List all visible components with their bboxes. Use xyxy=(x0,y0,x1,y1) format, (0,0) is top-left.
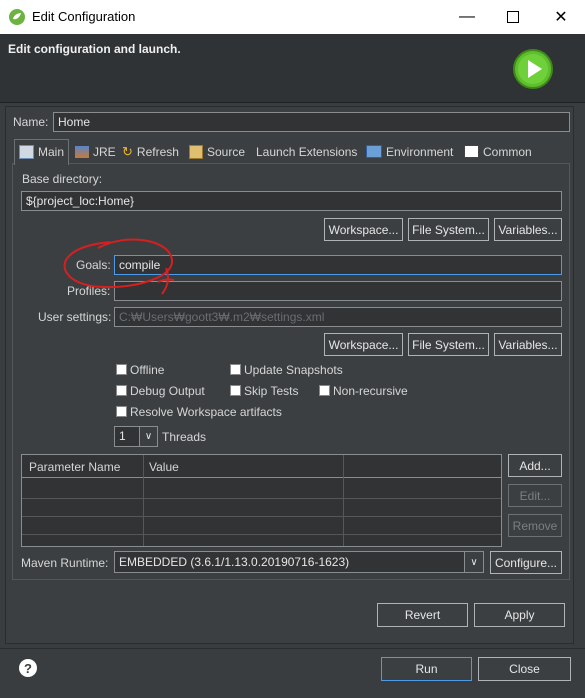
header-title: Edit configuration and launch. xyxy=(8,42,181,56)
close-window-button[interactable]: ✕ xyxy=(538,0,584,34)
tab-launch-extensions[interactable]: Launch Extensions xyxy=(256,143,357,160)
maven-runtime-dropdown-icon[interactable]: ∨ xyxy=(464,552,483,572)
tab-environment[interactable]: Environment xyxy=(366,143,453,160)
skip-tests-label: Skip Tests xyxy=(244,384,299,398)
resolve-workspace-checkbox[interactable] xyxy=(116,406,127,417)
maximize-icon xyxy=(507,11,519,23)
debug-output-label: Debug Output xyxy=(130,384,205,398)
threads-dropdown-icon[interactable]: ∨ xyxy=(139,427,157,446)
tab-main-content: Main xyxy=(19,143,64,160)
configure-button[interactable]: Configure... xyxy=(490,551,562,574)
help-icon-glyph: ? xyxy=(24,660,32,676)
base-directory-label: Base directory: xyxy=(22,172,103,186)
skip-tests-checkbox[interactable] xyxy=(230,385,241,396)
tab-jre-label: JRE xyxy=(93,144,116,159)
tab-jre[interactable]: JRE xyxy=(75,143,116,160)
non-recursive-label: Non-recursive xyxy=(333,384,408,398)
offline-label: Offline xyxy=(130,363,165,377)
debug-output-checkbox[interactable] xyxy=(116,385,127,396)
maximize-button[interactable] xyxy=(490,0,536,34)
user-settings-label: User settings: xyxy=(38,310,112,324)
offline-checkbox[interactable] xyxy=(116,364,127,375)
tab-main-label: Main xyxy=(38,144,65,159)
threads-value: 1 xyxy=(119,429,126,443)
base-directory-field[interactable]: ${project_loc:Home} xyxy=(21,191,562,211)
close-button[interactable]: Close xyxy=(478,657,571,681)
resolve-workspace-label: Resolve Workspace artifacts xyxy=(130,405,282,419)
tab-common[interactable]: Common xyxy=(464,143,532,160)
threads-label: Threads xyxy=(162,430,207,444)
settings-filesystem-button[interactable]: File System... xyxy=(408,333,489,356)
source-icon xyxy=(189,144,203,159)
red-annotation-circle xyxy=(58,232,188,302)
run-button[interactable]: Run xyxy=(381,657,472,681)
app-icon xyxy=(8,8,26,26)
settings-workspace-button[interactable]: Workspace... xyxy=(324,333,403,356)
edit-parameter-button[interactable]: Edit... xyxy=(508,484,562,507)
header-separator xyxy=(0,102,585,103)
revert-button[interactable]: Revert xyxy=(377,603,468,627)
tab-environment-label: Environment xyxy=(386,144,454,159)
add-parameter-button[interactable]: Add... xyxy=(508,454,562,477)
name-label: Name: xyxy=(13,115,49,129)
window-title: Edit Configuration xyxy=(32,9,136,24)
apply-button[interactable]: Apply xyxy=(474,603,565,627)
help-icon[interactable]: ? xyxy=(19,659,37,677)
tab-source[interactable]: Source xyxy=(189,143,245,160)
non-recursive-checkbox[interactable] xyxy=(319,385,330,396)
maven-runtime-label: Maven Runtime: xyxy=(21,556,109,570)
tab-launch-extensions-label: Launch Extensions xyxy=(256,144,358,159)
parameter-table[interactable]: Parameter Name Value xyxy=(21,454,502,547)
main-tab-icon xyxy=(19,144,34,159)
maven-runtime-value: EMBEDDED (3.6.1/1.13.0.20190716-1623) xyxy=(119,555,350,569)
refresh-icon: ↻ xyxy=(122,143,133,159)
tab-refresh-label: Refresh xyxy=(136,144,179,159)
settings-variables-button[interactable]: Variables... xyxy=(494,333,562,356)
base-filesystem-button[interactable]: File System... xyxy=(408,218,489,241)
tab-common-label: Common xyxy=(483,144,532,159)
remove-parameter-button[interactable]: Remove xyxy=(508,514,562,537)
base-variables-button[interactable]: Variables... xyxy=(494,218,562,241)
jre-icon xyxy=(75,145,89,158)
base-workspace-button[interactable]: Workspace... xyxy=(324,218,403,241)
tab-refresh[interactable]: ↻ Refresh xyxy=(122,143,179,160)
update-snapshots-label: Update Snapshots xyxy=(244,363,343,377)
common-icon xyxy=(464,145,479,158)
run-launch-icon xyxy=(512,48,554,90)
user-settings-field[interactable]: C:₩Users₩goott3₩.m2₩settings.xml xyxy=(114,307,562,327)
value-header[interactable]: Value xyxy=(149,460,179,474)
environment-icon xyxy=(366,145,382,158)
name-field[interactable]: Home xyxy=(53,112,570,132)
parameter-name-header[interactable]: Parameter Name xyxy=(29,460,120,474)
update-snapshots-checkbox[interactable] xyxy=(230,364,241,375)
minimize-button[interactable]: — xyxy=(444,0,490,34)
maven-runtime-select[interactable]: EMBEDDED (3.6.1/1.13.0.20190716-1623) xyxy=(114,551,484,573)
tab-source-label: Source xyxy=(207,144,246,159)
